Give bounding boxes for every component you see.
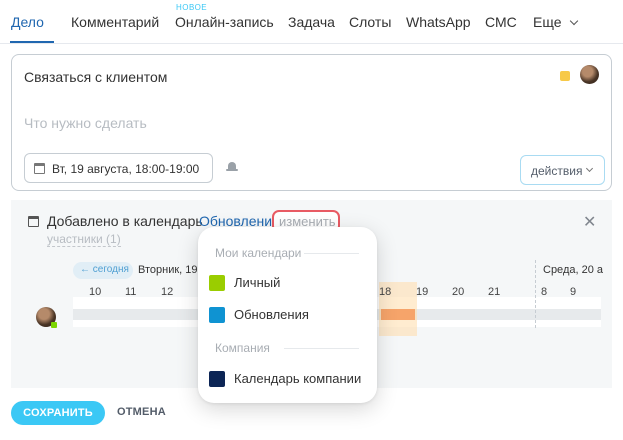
tab-more[interactable]: Еще (533, 14, 578, 30)
hour-label: 12 (161, 286, 174, 298)
calendar-icon (34, 163, 45, 174)
close-icon[interactable]: ✕ (583, 212, 596, 232)
tab-more-label: Еще (533, 14, 562, 30)
tab-whatsapp[interactable]: WhatsApp (406, 14, 471, 30)
calendar-option-company[interactable]: Календарь компании (209, 366, 367, 392)
deadline-picker[interactable]: Вт, 19 августа, 18:00-19:00 (24, 153, 213, 183)
hour-label: 20 (452, 286, 465, 298)
calendar-option-label: Календарь компании (234, 371, 362, 386)
company-heading: Компания (215, 341, 270, 355)
tab-online-booking[interactable]: Онлайн-запись (175, 14, 274, 30)
hour-label: 21 (488, 286, 501, 298)
day-label-wednesday: Среда, 20 а (543, 264, 603, 276)
day-separator (535, 260, 536, 328)
bell-icon[interactable] (226, 161, 238, 173)
chevron-down-icon (585, 164, 594, 173)
online-status-icon (51, 322, 57, 328)
deadline-text: Вт, 19 августа, 18:00-19:00 (52, 162, 200, 176)
hour-label: 18 (379, 286, 392, 298)
calendar-option-personal[interactable]: Личный (209, 270, 367, 296)
participants-link[interactable]: участники (1) (47, 232, 121, 247)
task-color-marker[interactable] (560, 71, 570, 81)
divider (284, 348, 359, 349)
calendar-color-swatch (209, 275, 225, 291)
hour-label: 19 (416, 286, 429, 298)
calendar-icon (28, 216, 39, 227)
tab-slots[interactable]: Слоты (349, 14, 391, 30)
today-button[interactable]: ← сегодня (73, 262, 133, 279)
calendar-option-label: Личный (234, 275, 281, 290)
hour-label: 9 (570, 286, 577, 298)
new-badge: НОВОЕ (176, 3, 208, 12)
task-description-input[interactable]: Что нужно сделать (24, 115, 147, 131)
hour-label: 11 (125, 286, 137, 298)
busy-slot[interactable] (381, 309, 415, 320)
responsible-avatar[interactable] (580, 65, 599, 84)
calendar-select-popup: Мои календари Личный Обновления Компания… (198, 227, 377, 403)
calendar-option-label: Обновления (234, 307, 309, 322)
hour-label: 10 (89, 286, 102, 298)
hour-label: 8 (541, 286, 548, 298)
actions-label: действия (531, 164, 583, 178)
activity-tabs: Дело Комментарий НОВОЕ Онлайн-запись Зад… (0, 0, 623, 44)
my-calendars-heading: Мои календари (215, 246, 302, 260)
actions-dropdown[interactable]: действия (520, 155, 605, 185)
save-button[interactable]: СОХРАНИТЬ (11, 401, 105, 425)
calendar-color-swatch (209, 307, 225, 323)
calendar-color-swatch (209, 371, 225, 387)
task-card: Связаться с клиентом Что нужно сделать В… (11, 54, 612, 191)
calendar-added-label: Добавлено в календарь (47, 213, 203, 229)
task-title[interactable]: Связаться с клиентом (24, 69, 167, 85)
chevron-down-icon (569, 16, 578, 26)
divider (304, 253, 359, 254)
tab-comment[interactable]: Комментарий (71, 14, 159, 30)
active-tab-underline (10, 41, 54, 43)
cancel-button[interactable]: ОТМЕНА (117, 406, 166, 418)
calendar-option-updates[interactable]: Обновления (209, 302, 367, 328)
tab-task[interactable]: Задача (288, 14, 335, 30)
day-label-tuesday: Вторник, 19 (138, 264, 198, 276)
tab-delo[interactable]: Дело (11, 14, 44, 30)
tab-sms[interactable]: СМС (485, 14, 517, 30)
